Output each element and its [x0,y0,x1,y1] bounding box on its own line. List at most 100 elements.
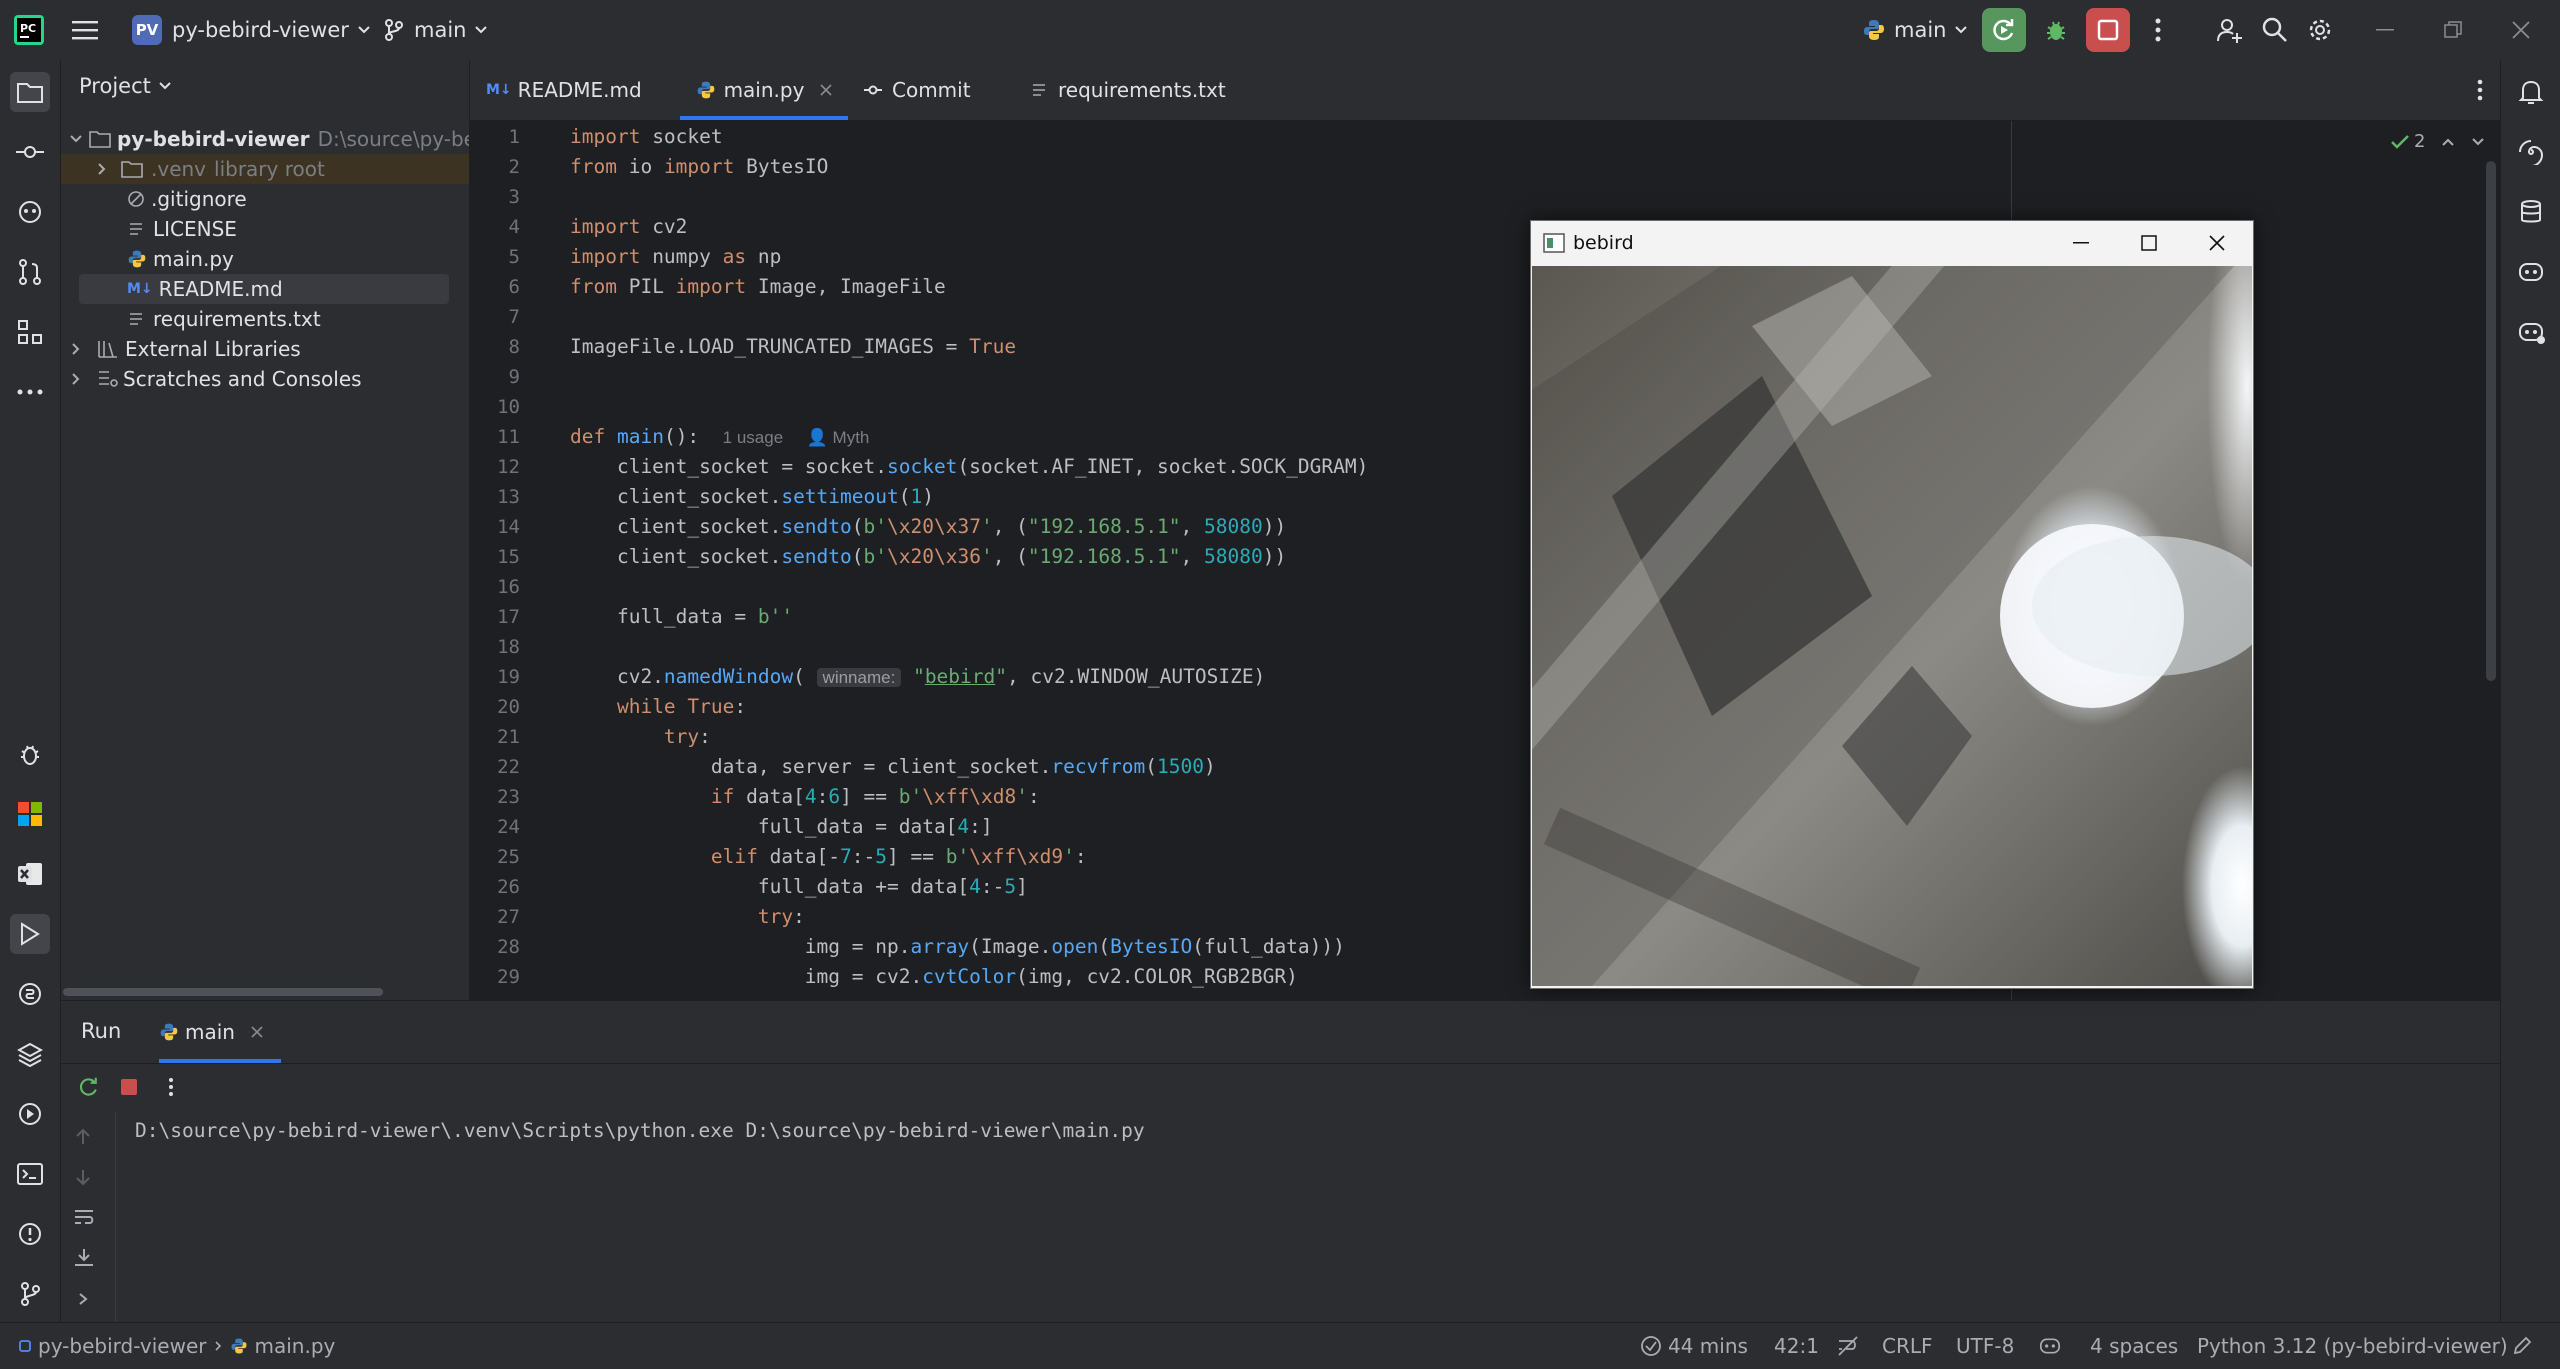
stop-button[interactable] [113,1071,145,1103]
restore-window-button[interactable] [2428,10,2478,50]
line-number: 9 [508,366,520,388]
arrow-down-icon[interactable] [73,1167,93,1187]
close-window-button[interactable] [2496,10,2546,50]
more-actions-button[interactable] [155,1071,187,1103]
problems-tool-button[interactable] [10,1214,50,1254]
stop-button[interactable] [2086,8,2130,52]
caret-position[interactable]: 42:1 [1774,1323,1819,1369]
project-switcher[interactable]: PV py-bebird-viewer [132,0,371,60]
tab-commit[interactable]: Commit [862,60,971,120]
debug-button[interactable] [2034,8,2078,52]
minimize-window-button[interactable] [2360,10,2410,50]
branch-name: main [414,18,467,42]
minimize-window-button[interactable] [2051,225,2111,261]
excel-tool-button[interactable] [10,854,50,894]
tree-item-scratches[interactable]: Scratches and Consoles [61,364,469,394]
copilot-tool-button[interactable] [2511,252,2551,292]
horizontal-scrollbar[interactable] [63,988,383,996]
python-icon [1862,18,1886,42]
console-output[interactable]: D:\source\py-bebird-viewer\.venv\Scripts… [135,1119,1145,1142]
line-separator[interactable]: CRLF [1882,1323,1933,1369]
tree-item-gitignore[interactable]: .gitignore [61,184,469,214]
maximize-window-button[interactable] [2119,225,2179,261]
soft-wrap-icon[interactable] [73,1207,95,1227]
line-number: 6 [508,276,520,298]
notifications-tool-button[interactable] [2511,72,2551,112]
python-interpreter[interactable]: Python 3.12 (py-bebird-viewer) [2197,1323,2508,1369]
inspection-widget[interactable]: 2 [2390,131,2485,152]
run-config-selector[interactable]: main [1862,0,1968,60]
scroll-to-end-icon[interactable] [73,1247,95,1267]
line-number: 18 [497,636,520,658]
project-panel-header[interactable]: Project [79,74,171,98]
copilot-chat-tool-button[interactable] [2511,312,2551,352]
run-tool-button[interactable] [10,914,50,954]
terminal-tool-button[interactable] [10,1154,50,1194]
search-button[interactable] [2255,10,2295,50]
python-console-tool-button[interactable] [10,974,50,1014]
file-encoding[interactable]: UTF-8 [1956,1323,2014,1369]
chevron-up-icon[interactable] [2441,137,2455,147]
ai-assistant-tool-button[interactable] [10,192,50,232]
pull-requests-tool-button[interactable] [10,252,50,292]
commit-tool-button[interactable] [10,132,50,172]
close-window-button[interactable] [2187,225,2247,261]
settings-button[interactable] [2300,10,2340,50]
tab-main-py[interactable]: main.py [680,60,848,120]
tree-item-venv[interactable]: .venv library root [61,154,469,184]
structure-tool-button[interactable] [10,312,50,352]
code-line: import socket [570,125,723,148]
text-file-icon [127,310,145,328]
debug-tool-button[interactable] [10,734,50,774]
tree-item-requirements[interactable]: requirements.txt [61,304,469,334]
indent-setting[interactable]: 4 spaces [2090,1323,2178,1369]
windows-store-tool-button[interactable] [10,794,50,834]
line-number: 3 [508,186,520,208]
tree-item-license[interactable]: LICENSE [61,214,469,244]
terminal-icon [17,1162,43,1186]
close-tab-icon[interactable] [251,1026,263,1038]
tree-item-external-libraries[interactable]: External Libraries [61,334,469,364]
git-tool-button[interactable] [10,1274,50,1314]
time-tracking[interactable]: 44 mins [1640,1323,1748,1369]
usage-hint[interactable]: 1 usage [723,428,784,447]
run-tab-main[interactable]: main [159,1001,263,1063]
more-tools-button[interactable] [10,372,50,412]
tab-readme[interactable]: M↓ README.md [486,60,642,120]
tab-requirements[interactable]: requirements.txt [1030,60,1226,120]
read-only-toggle[interactable] [2512,1323,2532,1369]
line-number: 13 [497,486,520,508]
breadcrumb-file[interactable]: main.py [254,1334,335,1358]
python-packages-tool-button[interactable] [10,1034,50,1074]
tree-item-project-root[interactable]: py-bebird-viewer D:\source\py-beb [61,124,469,154]
services-icon [17,1101,43,1127]
rerun-button[interactable] [73,1071,105,1103]
more-actions-button[interactable] [2138,8,2178,52]
tree-item-readme[interactable]: M↓ README.md [79,274,449,304]
breadcrumb-project[interactable]: py-bebird-viewer [38,1334,206,1358]
copilot-status-icon[interactable] [2038,1323,2062,1369]
time-value: 44 mins [1668,1334,1748,1358]
tree-item-main-py[interactable]: main.py [61,244,469,274]
ai-assistant-icon [16,198,44,226]
code-with-me-button[interactable] [2210,10,2250,50]
bebird-window-titlebar[interactable]: bebird [1531,221,2253,265]
chevron-down-icon[interactable] [2471,137,2485,147]
ai-chat-tool-button[interactable] [2511,132,2551,172]
arrow-up-icon[interactable] [73,1127,93,1147]
vertical-scrollbar[interactable] [2486,161,2496,681]
author-name: Myth [832,428,870,447]
close-tab-icon[interactable] [820,84,832,96]
database-tool-button[interactable] [2511,192,2551,232]
main-menu-button[interactable] [72,0,100,60]
no-wrap-icon[interactable] [1836,1323,1860,1369]
tab-actions-button[interactable] [2460,70,2500,110]
project-tool-button[interactable] [10,72,50,112]
chevron-right-icon[interactable] [77,1291,89,1307]
branch-switcher[interactable]: main [384,0,488,60]
services-tool-button[interactable] [10,1094,50,1134]
rerun-button[interactable] [1982,8,2026,52]
more-vertical-icon [2477,79,2483,101]
author-hint[interactable]: 👤 Myth [807,428,870,447]
code-line: cv2.namedWindow( winname: "bebird", cv2.… [570,665,1266,688]
